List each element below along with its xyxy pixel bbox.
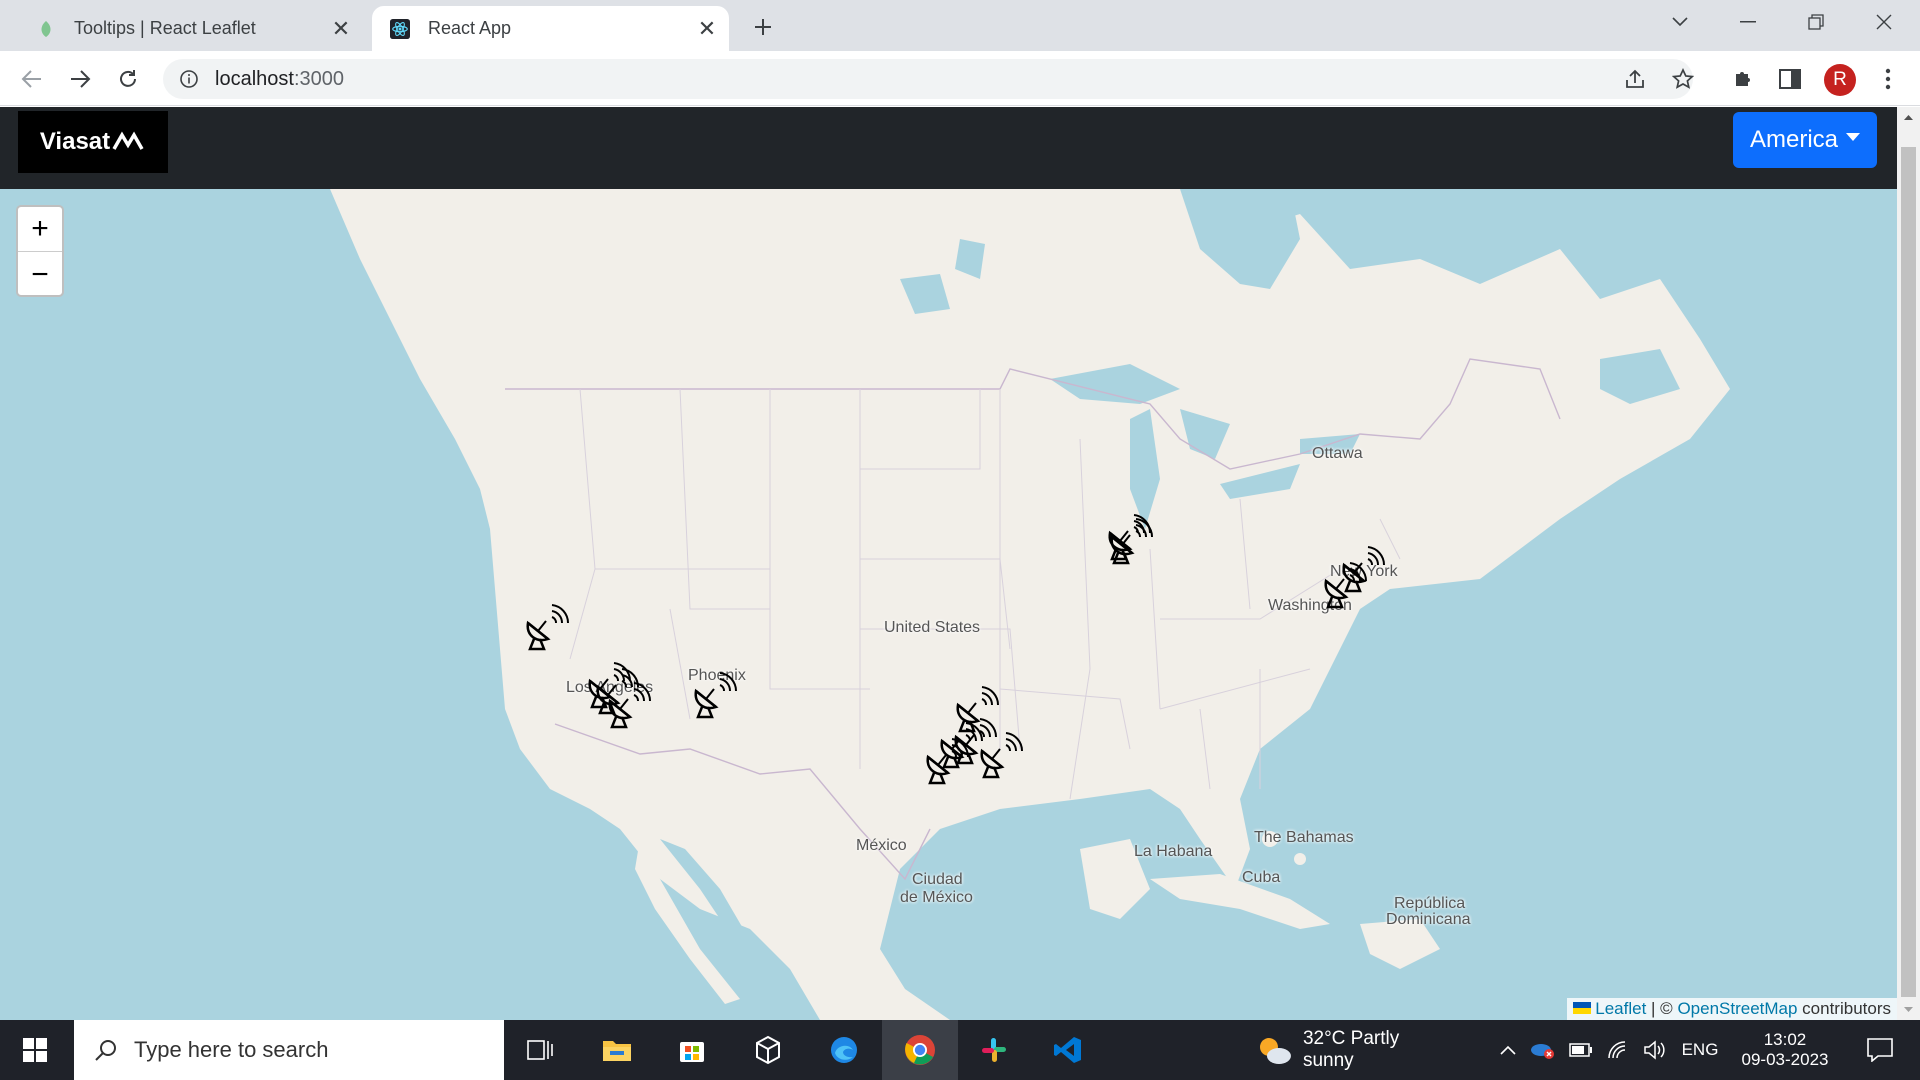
windows-start-icon[interactable]: [0, 1020, 70, 1080]
site-info-icon[interactable]: [177, 67, 201, 91]
zoom-control: + −: [16, 205, 64, 297]
url-text: localhost:3000: [215, 67, 344, 90]
search-icon: [95, 1040, 116, 1061]
back-arrow-icon[interactable]: [14, 61, 50, 97]
satellite-dish-marker[interactable]: [522, 603, 576, 651]
search-placeholder: Type here to search: [134, 1037, 329, 1062]
volume-icon[interactable]: [1640, 1020, 1670, 1080]
tab-react-app[interactable]: React App ✕: [372, 6, 729, 51]
scroll-up-icon[interactable]: [1897, 107, 1920, 127]
taskbar-search-box[interactable]: Type here to search: [74, 1020, 504, 1080]
viasat-logo[interactable]: Viasat: [18, 111, 168, 173]
scrollbar-thumb[interactable]: [1901, 147, 1916, 997]
map-label-mexico: México: [856, 837, 907, 854]
logo-text: Viasat: [39, 128, 111, 155]
osm-link[interactable]: OpenStreetMap: [1677, 999, 1797, 1018]
windows-taskbar: Type here to search 32°C Partly sunny EN…: [0, 1020, 1920, 1080]
satellite-dish-marker[interactable]: [690, 671, 744, 719]
tab-search-chevron-icon[interactable]: [1650, 0, 1710, 44]
satellite-dish-icon: [694, 672, 738, 719]
logo-mark-icon: [112, 131, 144, 150]
scroll-down-icon[interactable]: [1897, 1000, 1920, 1020]
bookmark-star-icon[interactable]: [1665, 61, 1701, 97]
extensions-puzzle-icon[interactable]: [1725, 61, 1761, 97]
share-icon[interactable]: [1617, 61, 1653, 97]
menu-kebab-icon[interactable]: [1870, 61, 1906, 97]
map-label-united-states: United States: [884, 619, 981, 636]
onedrive-error-icon[interactable]: [1526, 1020, 1558, 1080]
zoom-in-button[interactable]: +: [18, 207, 62, 252]
notification-icon[interactable]: [1850, 1020, 1910, 1080]
browser-toolbar: localhost:3000 R: [0, 51, 1920, 106]
region-label: America: [1749, 126, 1839, 153]
app-navbar: Viasat America: [0, 107, 1897, 189]
map-attribution: Leaflet | © OpenStreetMap contributors: [1566, 998, 1897, 1020]
satellite-dish-icon: [526, 604, 570, 651]
react-icon: [390, 18, 410, 39]
chrome-browser-icon[interactable]: [882, 1020, 958, 1080]
satellite-dish-icon: [596, 668, 640, 715]
map-label-la-habana: La Habana: [1134, 843, 1213, 860]
satellite-dish-icon: [980, 732, 1024, 779]
restore-icon[interactable]: [1786, 0, 1846, 44]
satellite-dish-marker[interactable]: [592, 667, 646, 715]
file-explorer-icon[interactable]: [585, 1020, 649, 1080]
profile-avatar[interactable]: R: [1824, 64, 1856, 96]
battery-icon[interactable]: [1566, 1020, 1596, 1080]
devhome-cube-icon[interactable]: [736, 1020, 800, 1080]
edge-browser-icon[interactable]: [812, 1020, 876, 1080]
microsoft-store-icon[interactable]: [660, 1020, 724, 1080]
browser-tab-strip: Tooltips | React Leaflet ✕ React App ✕: [0, 0, 1920, 51]
close-tab-icon[interactable]: ✕: [693, 15, 721, 43]
wifi-icon[interactable]: [1604, 1020, 1634, 1080]
page-scrollbar[interactable]: [1897, 107, 1920, 1020]
tab-tooltips[interactable]: Tooltips | React Leaflet ✕: [18, 6, 363, 51]
ukraine-flag-icon: [1572, 1002, 1591, 1014]
satellite-dish-marker[interactable]: [1104, 513, 1158, 561]
language-indicator[interactable]: ENG: [1680, 1020, 1720, 1080]
clock-date: 09-03-2023: [1741, 1050, 1829, 1069]
map-label-ciudad: Ciudad: [912, 871, 963, 888]
zoom-out-button[interactable]: −: [18, 252, 62, 297]
weather-text: 32°C Partly sunny: [1302, 1028, 1400, 1071]
task-view-icon[interactable]: [510, 1020, 570, 1080]
close-tab-icon[interactable]: ✕: [327, 15, 355, 43]
new-tab-button[interactable]: [748, 12, 778, 42]
leaflet-link[interactable]: Leaflet: [1595, 999, 1646, 1018]
tab-title: React App: [428, 18, 512, 38]
forward-arrow-icon[interactable]: [62, 61, 98, 97]
caret-down-icon: [1846, 133, 1861, 141]
satellite-dish-icon: [1324, 562, 1368, 609]
slack-icon[interactable]: [962, 1020, 1026, 1080]
attribution-separator: | ©: [1646, 999, 1678, 1018]
satellite-dish-icon: [926, 738, 970, 785]
close-window-icon[interactable]: [1854, 0, 1914, 44]
side-panel-icon[interactable]: [1772, 61, 1808, 97]
map-label-bahamas: The Bahamas: [1254, 829, 1354, 846]
map-label-de-mexico: de México: [900, 889, 973, 906]
satellite-dish-marker[interactable]: [976, 731, 1030, 779]
minimize-icon[interactable]: [1718, 0, 1778, 44]
satellite-dish-marker[interactable]: [922, 737, 976, 785]
map-label-ottawa: Ottawa: [1312, 445, 1363, 462]
map-label-dominicana: Dominicana: [1386, 911, 1471, 928]
address-bar[interactable]: localhost:3000: [163, 59, 1693, 99]
satellite-dish-marker[interactable]: [1320, 561, 1374, 609]
leaflet-map[interactable]: Ottawa New York Washington United States…: [0, 189, 1897, 1020]
weather-widget[interactable]: 32°C Partly sunny: [1255, 1020, 1455, 1080]
vscode-icon[interactable]: [1036, 1020, 1100, 1080]
tray-chevron-up-icon[interactable]: [1494, 1020, 1522, 1080]
page-viewport: Viasat America Ottawa New York Washingto…: [0, 107, 1897, 1020]
leaf-icon: [36, 19, 56, 39]
satellite-dish-icon: [1108, 514, 1152, 561]
clock[interactable]: 13:02 09-03-2023: [1730, 1020, 1840, 1080]
attribution-suffix: contributors: [1797, 999, 1891, 1018]
reload-icon[interactable]: [110, 61, 146, 97]
region-dropdown-button[interactable]: America: [1733, 112, 1877, 168]
tab-title: Tooltips | React Leaflet: [74, 18, 256, 38]
clock-time: 13:02: [1763, 1030, 1807, 1049]
map-label-cuba: Cuba: [1242, 869, 1281, 886]
language-text: ENG: [1681, 1040, 1719, 1059]
partly-sunny-icon: [1259, 1038, 1291, 1064]
